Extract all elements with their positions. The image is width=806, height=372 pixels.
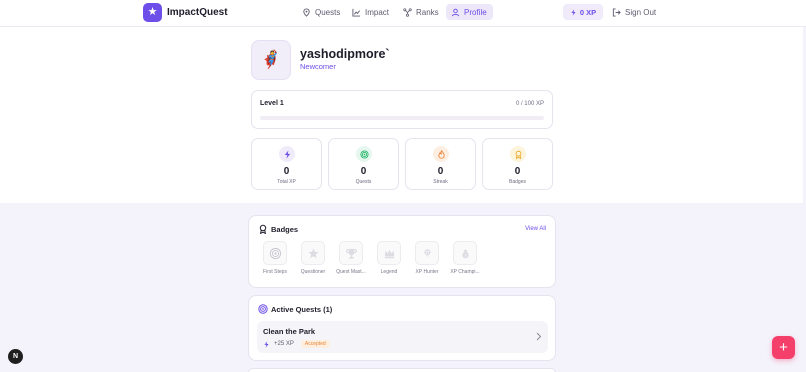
add-quest-button[interactable]: + [772,336,795,359]
flame-icon [437,149,445,159]
trophy-nodes-icon [403,7,412,17]
stat-label: Badges [509,179,526,185]
bolt-icon [264,340,269,348]
sign-out-button[interactable]: Sign Out [612,4,656,20]
stat-icon-wrap [433,146,449,162]
level-progress-bar [260,116,544,120]
top-nav-bar: ★ ImpactQuest Quests Impact Ranks Profil… [0,0,806,27]
nav-impact-label: Impact [365,7,390,17]
quest-list-item[interactable]: Clean the Park +25 XP Accepted [257,321,548,353]
profile-rank-title: Newcomer [300,62,336,71]
badge-image [377,241,401,265]
badge-image [301,241,325,265]
quest-status-badge: Accepted [300,340,330,348]
badges-title: Badges [271,225,299,234]
crown-badge-icon [384,249,394,258]
sign-out-label: Sign Out [625,7,657,17]
badge-item[interactable]: $ XP Champi... [448,241,482,281]
bolt-icon [284,149,290,159]
badge-item[interactable]: Quest Mast... [334,241,368,281]
next-section-card [248,368,556,372]
diamond-badge-icon [423,248,431,258]
stat-value: 0 [437,166,444,177]
award-icon [515,150,521,159]
target-badge-icon [269,247,281,259]
level-label: Level 1 [260,100,284,107]
nav-profile-label: Profile [464,7,487,17]
active-quests-card: Active Quests (1) Clean the Park +25 XP … [248,295,556,361]
target-icon [258,304,268,314]
stat-value: 0 [360,166,367,177]
badge-image [339,241,363,265]
stat-value: 0 [514,166,521,177]
nav-quests-label: Quests [315,7,341,17]
award-icon [259,224,267,234]
superhero-avatar-icon: 🦸 [260,50,282,69]
view-all-badges-link[interactable]: View All [525,226,546,232]
quest-xp: +25 XP [274,341,294,347]
star-logo-icon[interactable]: ★ [143,3,162,22]
trophy-badge-icon [345,248,357,259]
badge-item[interactable]: Legend [372,241,406,281]
avatar[interactable]: 🦸 [251,40,291,80]
nav-impact[interactable]: Impact [347,4,394,20]
stat-card-streak: 0 Streak [405,138,476,190]
nav-ranks-label: Ranks [416,7,439,17]
stat-card-badges: 0 Badges [482,138,553,190]
stat-label: Quests [355,179,372,185]
app-name[interactable]: ImpactQuest [167,7,228,18]
moneybag-badge-icon: $ [461,249,469,258]
badge-item[interactable]: XP Hunter [410,241,444,281]
target-icon [359,149,369,159]
stat-card-total-xp: 0 Total XP [251,138,322,190]
level-progress-text: 0 / 100 XP [515,101,544,107]
stat-label: Streak [433,179,448,185]
stat-icon-wrap [356,146,372,162]
stat-value: 0 [283,166,290,177]
nav-ranks[interactable]: Ranks [398,4,444,20]
sign-out-icon [612,7,621,17]
xp-balance-value: 0 XP [579,7,597,17]
nav-quests[interactable]: Quests [297,4,345,20]
map-pin-icon [303,7,310,17]
badges-card: Badges View All First Steps Questioner Q… [248,215,556,288]
badge-image: $ [453,241,477,265]
stat-icon-wrap [279,146,295,162]
stat-icon-wrap [510,146,526,162]
chart-icon [352,8,361,17]
stat-label: Total XP [277,179,296,185]
stat-card-quests: 0 Quests [328,138,399,190]
chevron-right-icon [536,332,542,341]
user-icon [451,8,460,16]
active-quests-title: Active Quests (1) [271,305,333,314]
badge-item[interactable]: Questioner [296,241,330,281]
level-card: Level 1 0 / 100 XP [251,90,553,129]
dev-tools-badge[interactable]: N [8,349,23,364]
nav-profile[interactable]: Profile [446,4,493,20]
star-badge-icon [307,247,319,258]
badge-label: XP Champi... [450,269,480,275]
quest-name: Clean the Park [263,327,316,336]
badge-item[interactable]: First Steps [258,241,292,281]
bolt-icon [571,8,576,16]
svg-text:$: $ [464,253,466,257]
profile-username: yashodipmore` [300,47,390,61]
xp-balance-chip[interactable]: 0 XP [563,4,603,20]
quest-meta: +25 XP Accepted [263,340,330,348]
badge-image [263,241,287,265]
badge-image [415,241,439,265]
